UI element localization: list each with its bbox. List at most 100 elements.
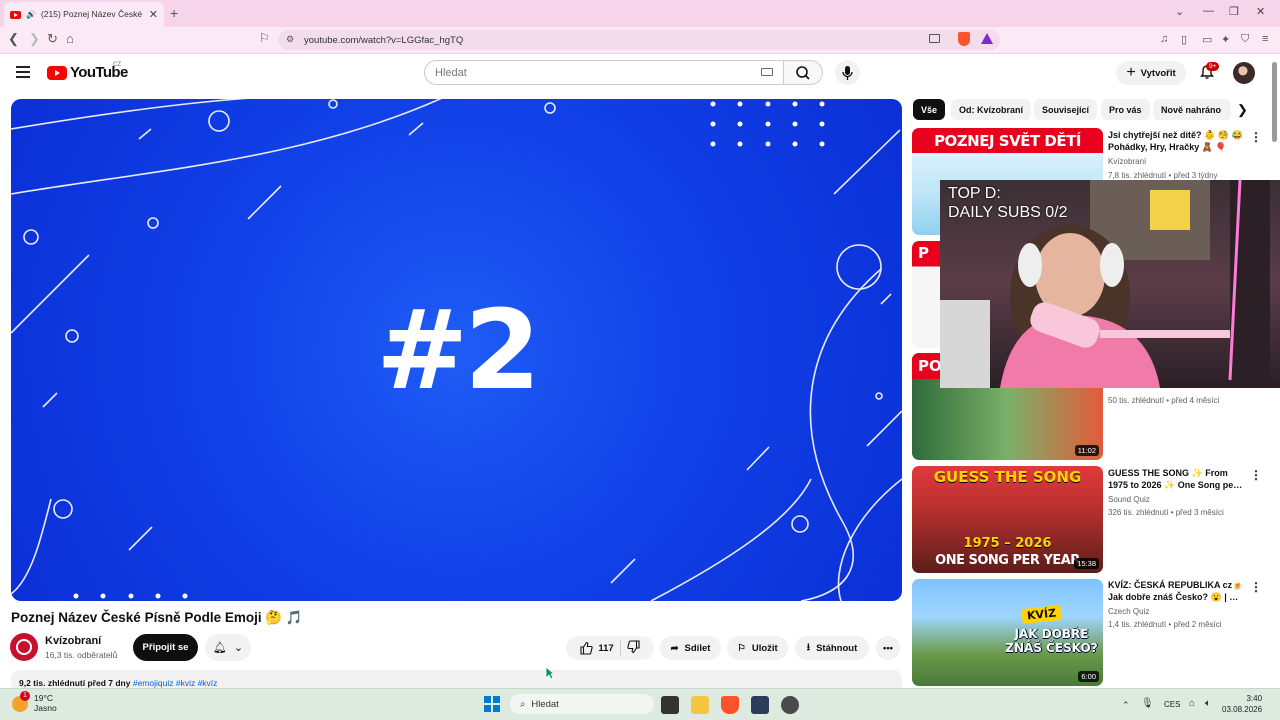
sidebar-icon[interactable]: ▯: [1181, 33, 1187, 46]
maximize-icon[interactable]: ❐: [1229, 5, 1239, 18]
thumbs-up-icon: [580, 641, 594, 655]
minimize-icon[interactable]: —: [1203, 5, 1214, 17]
chip-from-channel[interactable]: Od: Kvízobraní: [951, 99, 1032, 120]
tray-mic-icon[interactable]: 🎙︎: [1141, 698, 1154, 709]
back-icon[interactable]: ❮: [8, 31, 19, 47]
video-player[interactable]: #2: [11, 99, 902, 601]
input-language[interactable]: CES: [1164, 700, 1180, 709]
app-icon[interactable]: [781, 696, 799, 714]
join-button[interactable]: Připojit se: [133, 634, 198, 661]
chip-all[interactable]: Vše: [913, 99, 946, 120]
start-button[interactable]: [484, 696, 500, 712]
tray-overflow-icon[interactable]: ⌃: [1122, 700, 1130, 711]
like-count: 117: [598, 642, 614, 654]
keyboard-icon[interactable]: [761, 68, 773, 76]
download-button[interactable]: ⭳ Stáhnout: [795, 636, 869, 660]
vpn-icon[interactable]: ⛉: [1241, 33, 1249, 46]
speaker-icon: 🔊: [26, 10, 36, 19]
channel-name[interactable]: Kvízobraní: [45, 635, 101, 647]
more-actions-button[interactable]: •••: [876, 636, 900, 660]
rec-more-icon[interactable]: ⋮: [1250, 468, 1262, 482]
rec-title[interactable]: KVÍZ: ČESKÁ REPUBLIKA cz🍺 Jak dobře znáš…: [1108, 579, 1244, 603]
guide-menu-icon[interactable]: [16, 66, 30, 78]
close-window-icon[interactable]: ✕: [1256, 5, 1265, 18]
tab-title: (215) Poznej Název České Písně Podle Emo…: [40, 9, 144, 19]
dislike-button[interactable]: [626, 639, 641, 657]
file-explorer-icon[interactable]: [691, 696, 709, 714]
page-scrollbar[interactable]: [1272, 62, 1277, 142]
search-input[interactable]: Hledat: [424, 60, 784, 85]
rec-meta: 1,4 tis. zhlédnutí • před 2 měsíci: [1108, 620, 1222, 629]
search-button[interactable]: [783, 60, 823, 85]
network-icon[interactable]: ⌂: [1189, 698, 1195, 709]
overlay-text: TOP D: DAILY SUBS 0/2: [948, 184, 1067, 222]
rec-title[interactable]: GUESS THE SONG ✨ From 1975 to 2026 ✨ One…: [1108, 467, 1244, 491]
rec-more-icon[interactable]: ⋮: [1250, 580, 1262, 594]
brave-shields-icon[interactable]: [958, 32, 970, 46]
description-tags[interactable]: #emojiquiz #kviz #kvíz: [133, 678, 218, 688]
browser-tab[interactable]: 🔊 (215) Poznej Název České Písně Podle E…: [4, 2, 164, 27]
cast-icon[interactable]: [929, 34, 940, 43]
menu-icon[interactable]: ≡: [1262, 33, 1268, 45]
tab-list-icon[interactable]: ⌄: [1175, 5, 1184, 18]
chip-related[interactable]: Související: [1034, 99, 1098, 120]
wallet-icon[interactable]: ▭: [1202, 33, 1212, 46]
download-label: Stáhnout: [816, 642, 858, 654]
rec-thumbnail[interactable]: GUESS THE SONG 1975 – 2026 ONE SONG PER …: [912, 466, 1103, 573]
close-tab-icon[interactable]: ✕: [149, 8, 158, 21]
rec-channel[interactable]: Sound Quiz: [1108, 495, 1150, 504]
task-view-icon[interactable]: [661, 696, 679, 714]
bookmark-icon[interactable]: ⚐: [259, 31, 270, 45]
home-icon[interactable]: ⌂: [66, 31, 74, 46]
weather-temp: 19°C: [34, 693, 53, 703]
rec-thumbnail[interactable]: KVÍZ JAK DOBŘE ZNÁŠ ČESKO? 6:00: [912, 579, 1103, 686]
reload-icon[interactable]: ↻: [47, 31, 58, 47]
rec-channel[interactable]: Kvízobraní: [1108, 157, 1146, 166]
thumbnail-subtitle: JAK DOBŘE ZNÁŠ ČESKO?: [1005, 627, 1098, 655]
thumbnail-banner: GUESS THE SONG: [933, 468, 1082, 486]
share-icon: ➦: [670, 642, 679, 654]
description-stats: 9,2 tis. zhlédnutí před 7 dny: [19, 678, 131, 688]
forward-icon[interactable]: ❯: [29, 31, 40, 47]
chevron-right-icon[interactable]: ❯: [1237, 102, 1248, 118]
brave-browser-icon[interactable]: [721, 696, 739, 714]
slide-number: #2: [376, 286, 541, 414]
voice-search-button[interactable]: [835, 60, 860, 85]
notification-settings-button[interactable]: 🔔︎ ⌄: [205, 634, 251, 661]
chip-for-you[interactable]: Pro vás: [1101, 99, 1150, 120]
youtube-logo[interactable]: YouTube CZ: [47, 62, 128, 81]
like-divider: [619, 640, 621, 656]
weather-condition: Jasno: [34, 703, 57, 713]
channel-avatar[interactable]: [10, 633, 38, 661]
webcam-overlay: TOP D: DAILY SUBS 0/2: [940, 180, 1280, 388]
subscriber-count: 16,3 tis. odběratelů: [45, 650, 118, 660]
save-button[interactable]: ⚐ Uložit: [727, 636, 788, 660]
account-avatar[interactable]: [1233, 62, 1255, 84]
chip-recently-uploaded[interactable]: Nově nahráno: [1153, 99, 1231, 120]
clock-date: 03.08.2026: [1222, 705, 1263, 714]
taskbar-search[interactable]: ⌕ Hledat: [510, 694, 654, 714]
weather-alert-badge: 1: [20, 691, 30, 701]
clock[interactable]: 3:40 03.08.2026: [1222, 693, 1262, 715]
description-box[interactable]: 9,2 tis. zhlédnutí před 7 dny #emojiquiz…: [11, 670, 902, 690]
rec-title[interactable]: Jsi chytřejší než dítě? 👶 🧐 😂 Pohádky, H…: [1108, 129, 1244, 153]
create-button[interactable]: + Vytvořit: [1116, 61, 1186, 85]
volume-icon[interactable]: 🔈︎: [1205, 698, 1211, 709]
site-info-icon[interactable]: ⚙: [286, 34, 294, 45]
weather-widget[interactable]: 19°C Jasno: [34, 693, 57, 713]
share-button[interactable]: ➦ Sdílet: [660, 636, 721, 660]
like-dislike-group: 117: [566, 636, 654, 660]
video-duration: 6:00: [1078, 671, 1099, 682]
address-bar[interactable]: ⚙ youtube.com/watch?v=LGGfac_hgTQ: [278, 30, 1000, 50]
rec-meta: 7,8 tis. zhlédnutí • před 3 týdny: [1108, 171, 1218, 180]
like-button[interactable]: 117: [579, 641, 614, 655]
new-tab-icon[interactable]: +: [170, 5, 178, 21]
leo-ai-icon[interactable]: ✦: [1221, 33, 1230, 46]
notification-badge: 9+: [1206, 62, 1220, 71]
brave-rewards-icon[interactable]: [981, 33, 993, 44]
media-icon[interactable]: ♫: [1160, 33, 1168, 45]
overlay-line-2: DAILY SUBS 0/2: [948, 204, 1068, 221]
rec-more-icon[interactable]: ⋮: [1250, 130, 1262, 144]
rec-channel[interactable]: Czech Quiz: [1108, 607, 1149, 616]
obs-icon[interactable]: [751, 696, 769, 714]
